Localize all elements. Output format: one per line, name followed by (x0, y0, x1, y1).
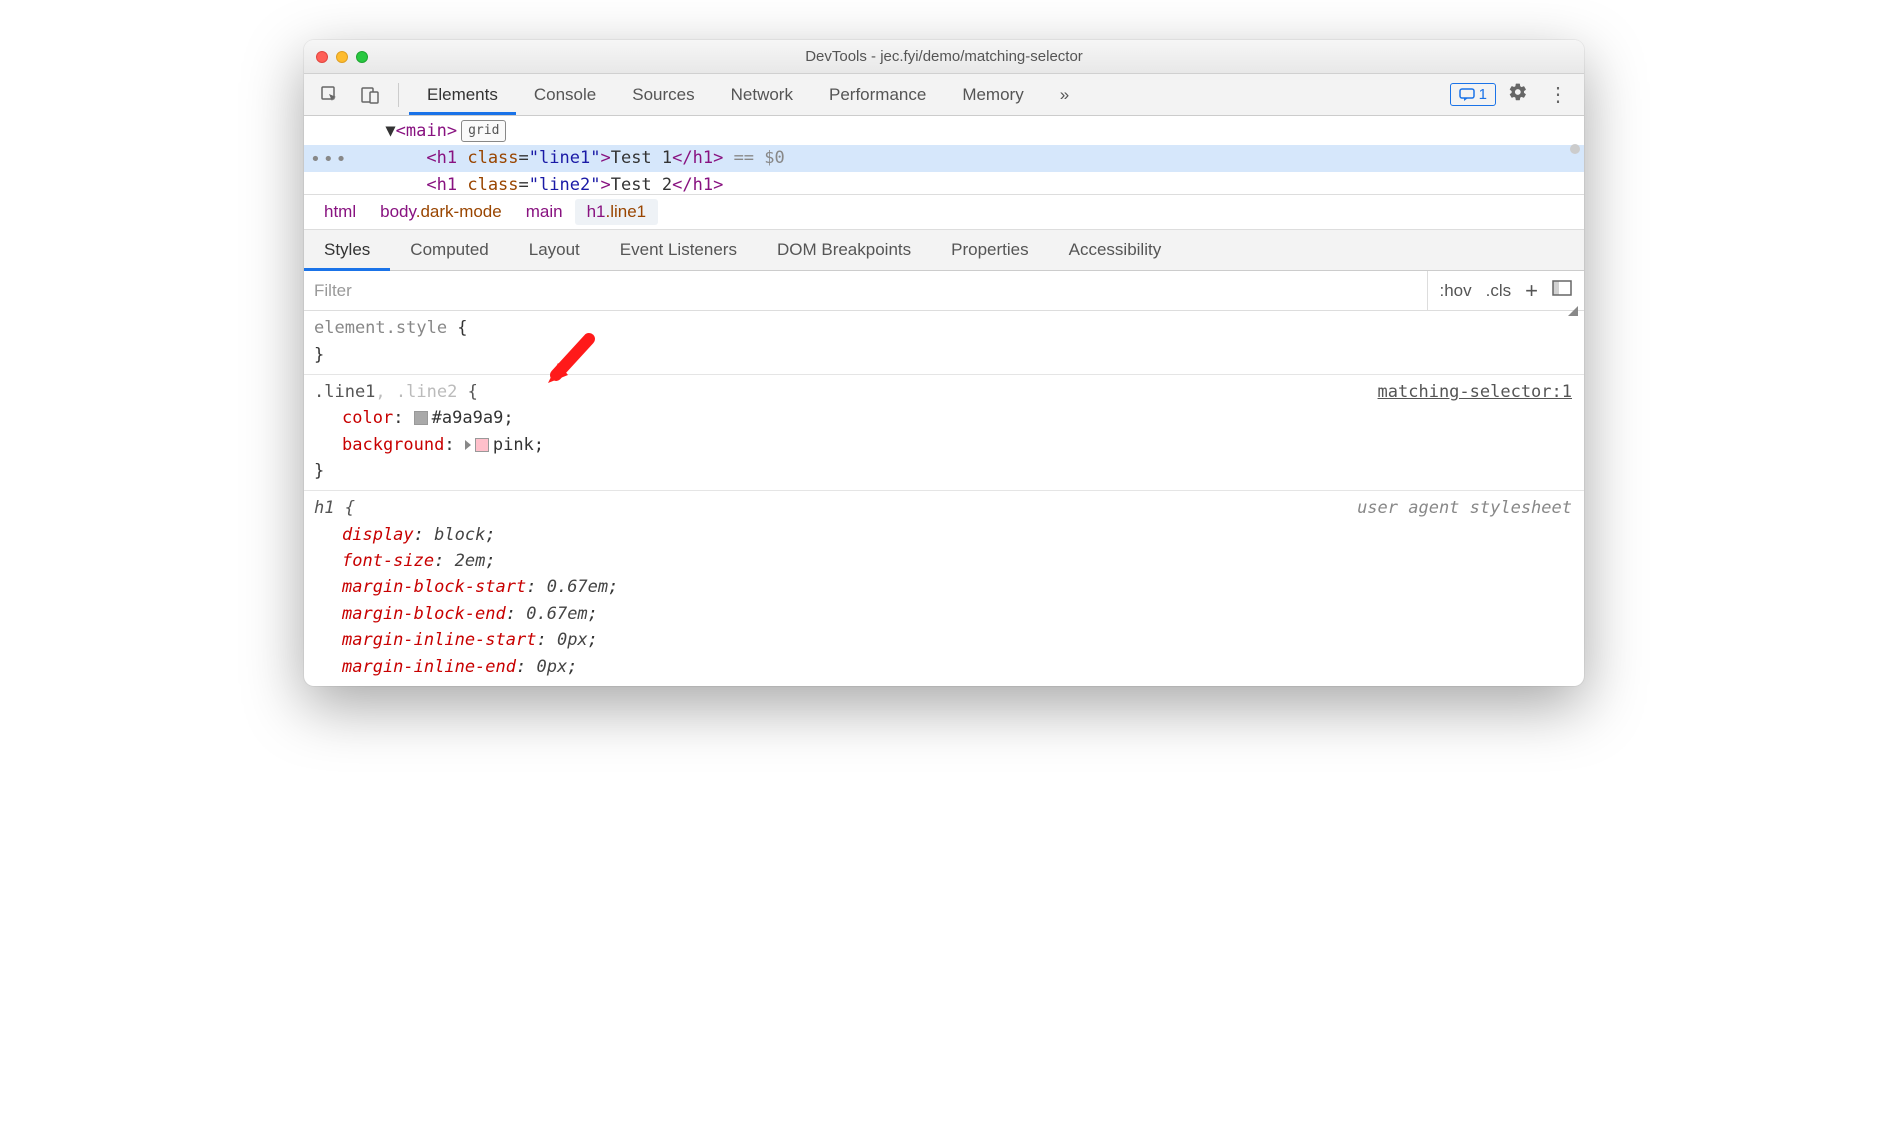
titlebar: DevTools - jec.fyi/demo/matching-selecto… (304, 40, 1584, 74)
dom-node-main[interactable]: ▼<main>grid (304, 118, 1584, 145)
scroll-indicator (1570, 144, 1580, 154)
settings-icon[interactable] (1500, 82, 1536, 108)
tabs-overflow[interactable]: » (1042, 74, 1087, 115)
more-icon[interactable]: ⋮ (1540, 82, 1576, 107)
grid-badge[interactable]: grid (461, 120, 506, 143)
tab-memory[interactable]: Memory (944, 74, 1041, 115)
rule-source-link[interactable]: matching-selector:1 (1378, 379, 1572, 405)
subtab-layout[interactable]: Layout (509, 230, 600, 270)
color-swatch-icon[interactable] (414, 411, 428, 425)
main-toolbar: Elements Console Sources Network Perform… (304, 74, 1584, 116)
breadcrumb: html body.dark-mode main h1.line1 (304, 194, 1584, 230)
tab-sources[interactable]: Sources (614, 74, 712, 115)
prop-color[interactable]: color: #a9a9a9; (314, 405, 1574, 431)
subtab-dom-breakpoints[interactable]: DOM Breakpoints (757, 230, 931, 270)
subtab-computed[interactable]: Computed (390, 230, 508, 270)
crumb-body[interactable]: body.dark-mode (368, 199, 514, 225)
tab-performance[interactable]: Performance (811, 74, 944, 115)
tab-console[interactable]: Console (516, 74, 614, 115)
styles-filter-input[interactable] (304, 273, 1427, 309)
toggle-sidebar-icon[interactable] (1552, 280, 1572, 301)
devtools-window: DevTools - jec.fyi/demo/matching-selecto… (304, 40, 1584, 686)
window-title: DevTools - jec.fyi/demo/matching-selecto… (304, 48, 1584, 65)
styles-filter-bar: :hov .cls + (304, 271, 1584, 311)
crumb-html[interactable]: html (312, 199, 368, 225)
subtab-styles[interactable]: Styles (304, 230, 390, 270)
styles-pane: element.style { } matching-selector:1 .l… (304, 311, 1584, 685)
crumb-h1[interactable]: h1.line1 (575, 199, 659, 225)
dom-tree[interactable]: ▼<main>grid <h1 class="line1">Test 1</h1… (304, 116, 1584, 194)
subtab-event-listeners[interactable]: Event Listeners (600, 230, 757, 270)
messages-count: 1 (1479, 86, 1487, 103)
prop-background[interactable]: background: pink; (314, 432, 1574, 458)
dom-node-h1-line2[interactable]: <h1 class="line2">Test 2</h1> (304, 172, 1584, 194)
rule-element-style[interactable]: element.style { } (304, 311, 1584, 375)
styles-tools: :hov .cls + (1427, 271, 1585, 310)
cls-toggle[interactable]: .cls (1486, 281, 1512, 301)
rule-line1-line2[interactable]: matching-selector:1 .line1, .line2 { col… (304, 375, 1584, 491)
tab-network[interactable]: Network (713, 74, 811, 115)
expand-ellipsis-icon[interactable]: ••• (310, 146, 349, 175)
hov-toggle[interactable]: :hov (1440, 281, 1472, 301)
new-rule-button[interactable]: + (1525, 278, 1538, 304)
main-tabs: Elements Console Sources Network Perform… (409, 74, 1087, 115)
divider (398, 83, 399, 107)
color-swatch-icon[interactable] (475, 438, 489, 452)
expand-triangle-icon[interactable] (465, 440, 471, 450)
device-toggle-icon[interactable] (352, 77, 388, 113)
styles-subtabs: Styles Computed Layout Event Listeners D… (304, 230, 1584, 271)
dom-node-h1-line1[interactable]: <h1 class="line1">Test 1</h1> == $0 (304, 145, 1584, 172)
rule-source-ua: user agent stylesheet (1357, 495, 1572, 521)
subtab-properties[interactable]: Properties (931, 230, 1048, 270)
subtab-accessibility[interactable]: Accessibility (1049, 230, 1182, 270)
tab-elements[interactable]: Elements (409, 74, 516, 115)
inspect-element-icon[interactable] (312, 77, 348, 113)
rule-h1-ua[interactable]: user agent stylesheet h1 { display: bloc… (304, 491, 1584, 685)
messages-button[interactable]: 1 (1450, 83, 1496, 106)
crumb-main[interactable]: main (514, 199, 575, 225)
